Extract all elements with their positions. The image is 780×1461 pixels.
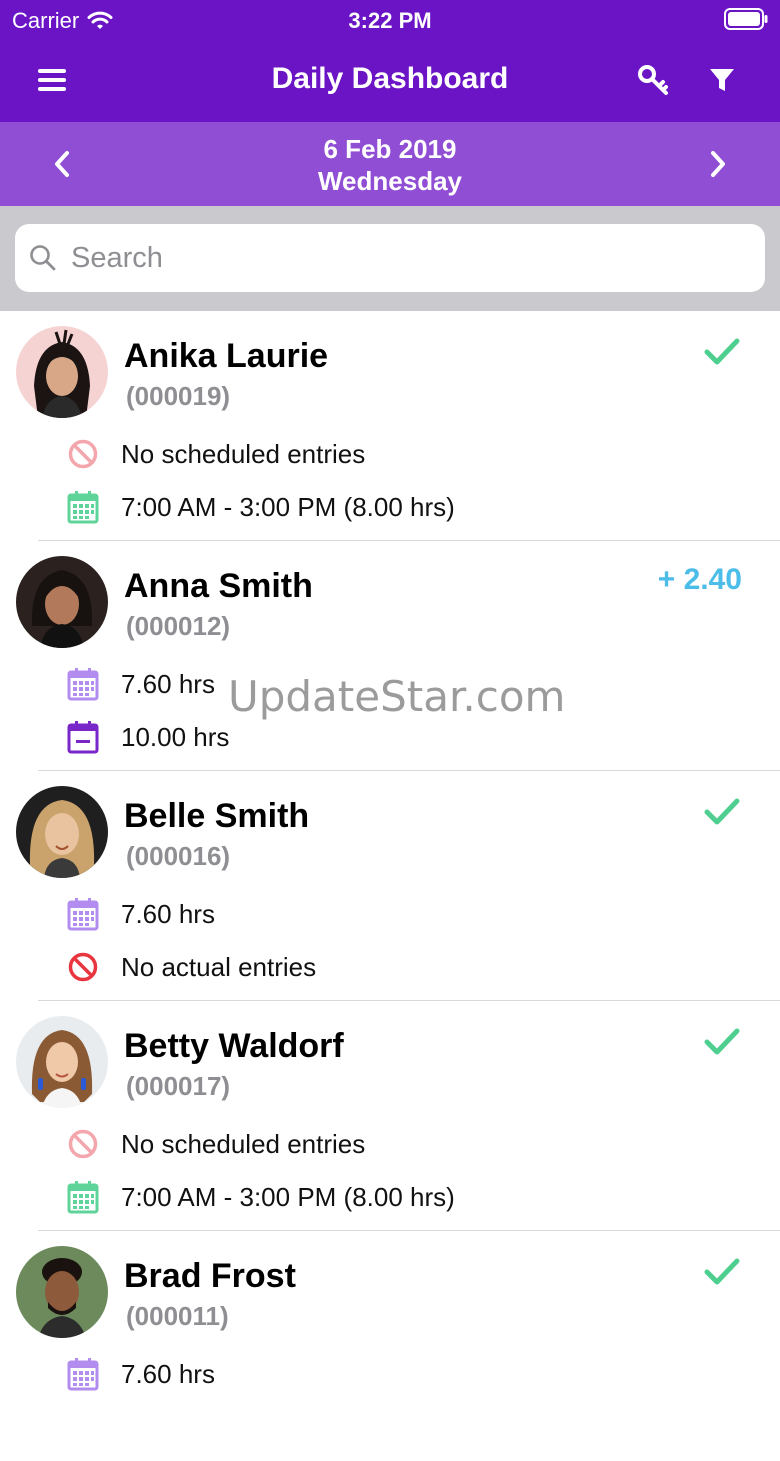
date-text: 6 Feb 2019 <box>323 134 457 164</box>
check-icon <box>704 338 740 365</box>
actual-row: 7:00 AM - 3:00 PM (8.00 hrs) <box>66 1180 455 1214</box>
watermark: UpdateStar.com <box>228 672 566 721</box>
scheduled-row: 7.60 hrs <box>66 667 215 701</box>
scheduled-row: No scheduled entries <box>66 1127 365 1161</box>
actual-text: 10.00 hrs <box>121 721 230 752</box>
calendar-scheduled-icon <box>67 898 99 931</box>
check-icon <box>704 798 740 825</box>
actual-row: No actual entries <box>66 950 316 984</box>
calendar-actual-icon <box>67 721 99 754</box>
employee-row[interactable]: Anika Laurie (000019) No scheduled entri… <box>0 311 780 541</box>
actual-text: 7:00 AM - 3:00 PM (8.00 hrs) <box>121 1181 455 1212</box>
scheduled-text: No scheduled entries <box>121 438 366 469</box>
employee-name: Anika Laurie <box>124 337 329 375</box>
avatar <box>16 326 108 418</box>
employee-name: Anna Smith <box>124 567 313 605</box>
calendar-green-icon <box>67 1181 99 1214</box>
calendar-green-icon <box>67 491 99 524</box>
employee-code: (000011) <box>126 1301 229 1331</box>
employee-list: Anika Laurie (000019) No scheduled entri… <box>0 311 780 1461</box>
check-icon <box>704 1258 740 1285</box>
employee-row[interactable]: Brad Frost (000011) 7.60 hrs <box>0 1231 780 1461</box>
employee-name: Brad Frost <box>124 1257 296 1295</box>
date-bar: 6 Feb 2019 Wednesday <box>0 122 780 206</box>
no-entries-icon <box>68 439 98 469</box>
next-day-button[interactable] <box>698 144 738 184</box>
avatar <box>16 556 108 648</box>
actual-row: 7:00 AM - 3:00 PM (8.00 hrs) <box>66 490 455 524</box>
filter-icon <box>710 69 734 91</box>
calendar-scheduled-icon <box>67 668 99 701</box>
scheduled-row: 7.60 hrs <box>66 897 215 931</box>
employee-code: (000016) <box>126 841 231 871</box>
actual-text: No actual entries <box>121 951 317 982</box>
employee-name: Belle Smith <box>124 797 310 835</box>
employee-row[interactable]: Belle Smith (000016) 7.60 hrs No actual … <box>0 771 780 1001</box>
employee-code: (000017) <box>126 1071 231 1101</box>
hours-difference: + 2.40 <box>657 563 742 596</box>
key-icon <box>638 65 668 95</box>
calendar-scheduled-icon <box>67 1358 99 1391</box>
chevron-right-icon <box>711 151 725 177</box>
search-icon <box>30 245 56 271</box>
employee-row[interactable]: Betty Waldorf (000017) No scheduled entr… <box>0 1001 780 1231</box>
battery-icon <box>724 8 768 30</box>
avatar <box>16 1016 108 1108</box>
scheduled-row: 7.60 hrs <box>66 1357 215 1391</box>
actual-row: 10.00 hrs <box>66 720 229 754</box>
scheduled-row: No scheduled entries <box>66 437 365 471</box>
no-entries-icon <box>68 1129 98 1159</box>
actual-text: 7:00 AM - 3:00 PM (8.00 hrs) <box>121 491 455 522</box>
search-box[interactable] <box>15 224 765 292</box>
status-time: 3:22 PM <box>348 8 432 33</box>
scheduled-text: 7.60 hrs <box>121 898 215 929</box>
search-input[interactable] <box>69 240 713 276</box>
filter-button[interactable] <box>702 60 742 100</box>
employee-code: (000019) <box>126 381 231 411</box>
weekday-text: Wednesday <box>317 166 462 196</box>
no-entries-red-icon <box>68 952 98 982</box>
search-bar <box>0 206 780 311</box>
scheduled-text: 7.60 hrs <box>121 668 215 699</box>
key-button[interactable] <box>633 60 673 100</box>
employee-name: Betty Waldorf <box>124 1027 344 1065</box>
check-icon <box>704 1028 740 1055</box>
employee-code: (000012) <box>126 611 231 641</box>
employee-row[interactable]: Anna Smith (000012) + 2.40 7.60 hrs 10.0… <box>0 541 780 771</box>
scheduled-text: 7.60 hrs <box>121 1358 215 1389</box>
app-header: Carrier 3:22 PM Daily Dashboard <box>0 0 780 122</box>
avatar <box>16 1246 108 1338</box>
avatar <box>16 786 108 878</box>
scheduled-text: No scheduled entries <box>121 1128 366 1159</box>
